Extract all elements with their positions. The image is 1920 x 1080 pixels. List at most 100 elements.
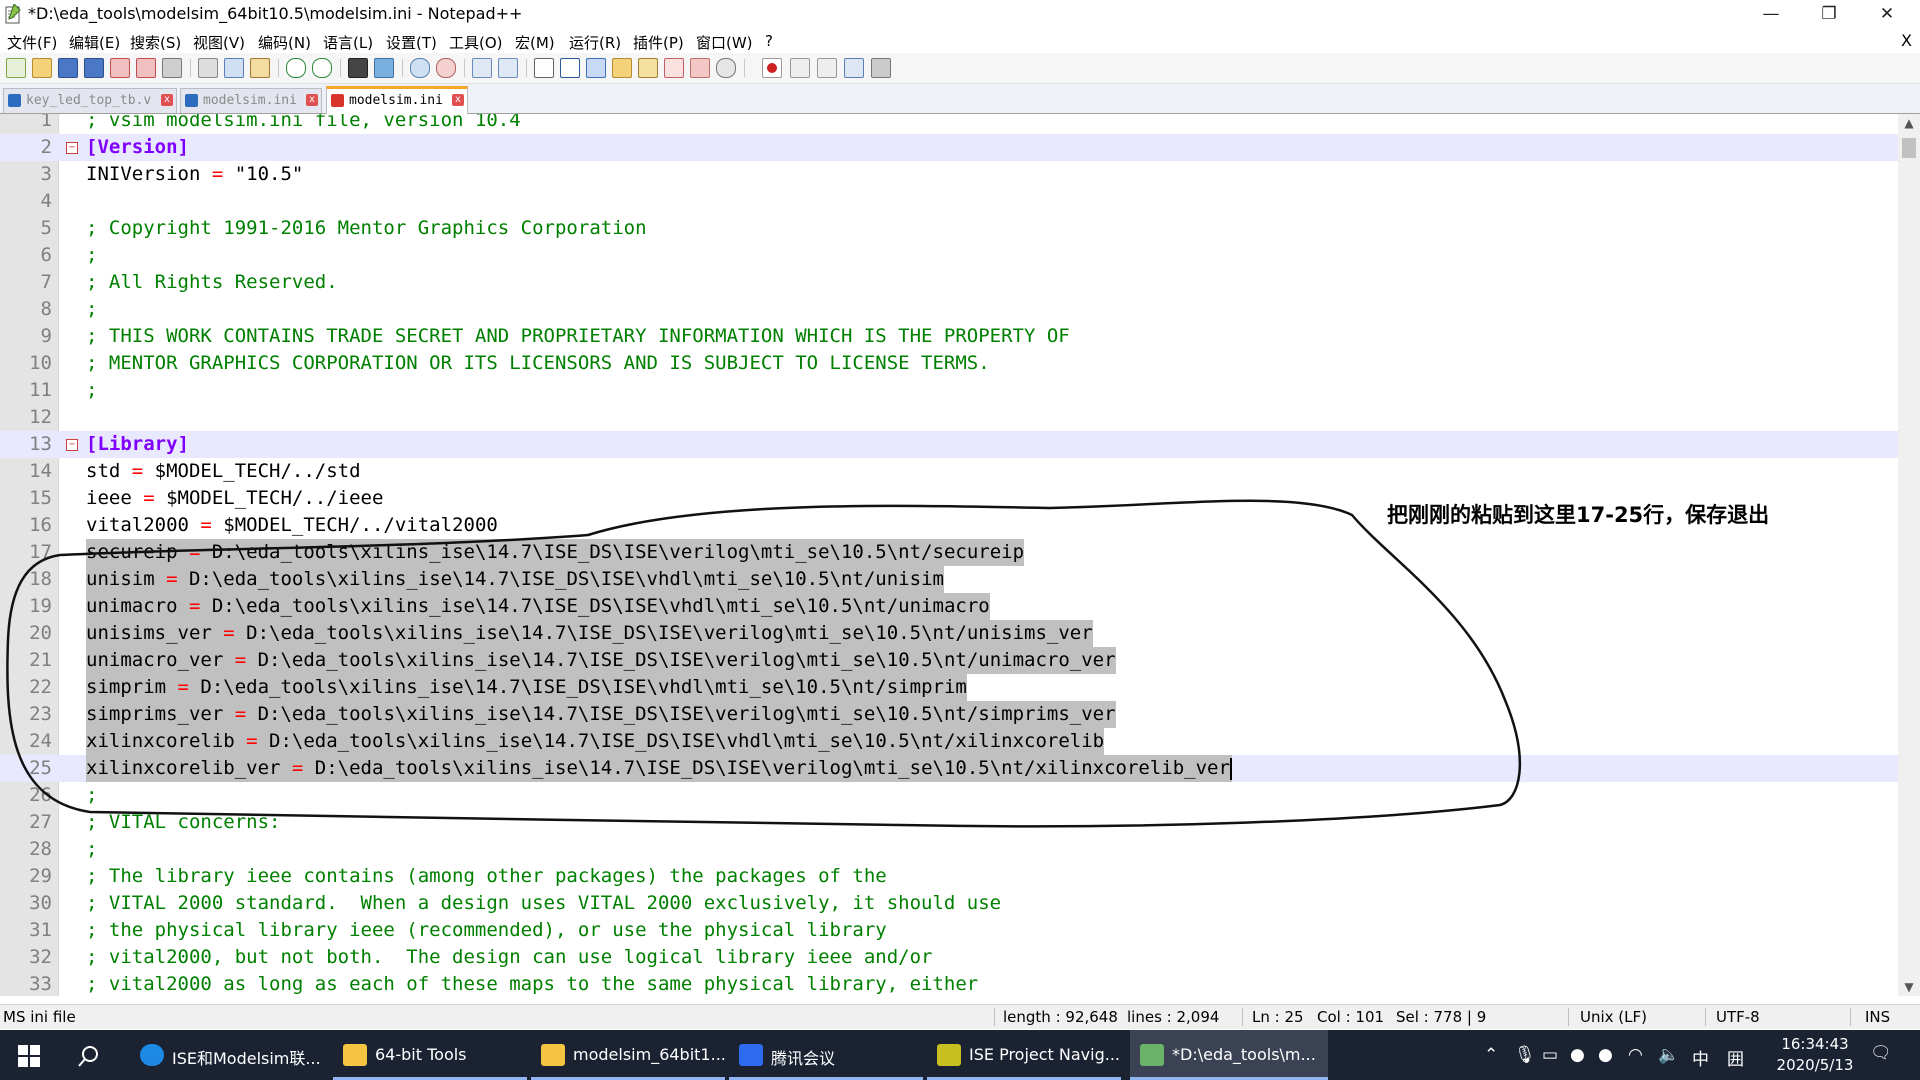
indent-guide-icon[interactable] xyxy=(586,58,606,78)
zoom-out-icon[interactable] xyxy=(436,58,456,78)
copy-icon[interactable] xyxy=(224,58,244,78)
document-map-icon[interactable] xyxy=(638,58,658,78)
editor-line[interactable]: 19 unimacro = D:\eda_tools\xilins_ise\14.… xyxy=(0,593,1898,620)
sync-horizontal-icon[interactable] xyxy=(498,58,518,78)
vertical-scrollbar[interactable]: ▲ ▼ xyxy=(1898,114,1920,996)
tab-key-led-top-tb[interactable]: key_led_top_tb.v x xyxy=(3,88,177,113)
editor-line[interactable]: 18 unisim = D:\eda_tools\xilins_ise\14.7\… xyxy=(0,566,1898,593)
status-insert-mode[interactable]: INS xyxy=(1865,1008,1890,1026)
menu-edit[interactable]: 编辑(E) xyxy=(69,32,120,53)
function-list-icon[interactable] xyxy=(664,58,684,78)
print-icon[interactable] xyxy=(162,58,182,78)
editor-line[interactable]: 21 unimacro_ver = D:\eda_tools\xilins_ise… xyxy=(0,647,1898,674)
menu-window[interactable]: 窗口(W) xyxy=(696,32,753,53)
editor-line[interactable]: 2 − [Version] xyxy=(0,134,1898,161)
taskbar-item-modelsim-folder[interactable]: modelsim_64bit1... xyxy=(531,1030,726,1080)
play-macro-icon[interactable] xyxy=(817,58,837,78)
menu-macro[interactable]: 宏(M) xyxy=(515,32,555,53)
stop-macro-icon[interactable] xyxy=(790,58,810,78)
chevron-up-icon[interactable]: ⌃ xyxy=(1484,1045,1498,1065)
word-wrap-icon[interactable] xyxy=(534,58,554,78)
menu-file[interactable]: 文件(F) xyxy=(7,32,57,53)
show-all-chars-icon[interactable] xyxy=(560,58,580,78)
menu-search[interactable]: 搜索(S) xyxy=(130,32,181,53)
editor-line[interactable]: 11; xyxy=(0,377,1898,404)
fold-toggle-icon[interactable]: − xyxy=(66,439,78,451)
status-encoding[interactable]: UTF-8 xyxy=(1716,1008,1760,1026)
editor-line[interactable]: 3 INIVersion = "10.5" xyxy=(0,161,1898,188)
cut-icon[interactable] xyxy=(198,58,218,78)
menu-encoding[interactable]: 编码(N) xyxy=(258,32,311,53)
run-macro-multiple-icon[interactable] xyxy=(844,58,864,78)
editor-line[interactable]: 20 unisims_ver = D:\eda_tools\xilins_ise\… xyxy=(0,620,1898,647)
undo-icon[interactable] xyxy=(286,58,306,78)
fold-toggle-icon[interactable]: − xyxy=(66,142,78,154)
menu-language[interactable]: 语言(L) xyxy=(323,32,373,53)
monitoring-icon[interactable] xyxy=(716,58,736,78)
editor-line[interactable]: 7 ; All Rights Reserved. xyxy=(0,269,1898,296)
redo-icon[interactable] xyxy=(312,58,332,78)
volume-icon[interactable]: 🔈 xyxy=(1658,1045,1679,1065)
folder-icon[interactable] xyxy=(690,58,710,78)
editor-line[interactable]: 9 ; THIS WORK CONTAINS TRADE SECRET AND P… xyxy=(0,323,1898,350)
qq-icon[interactable]: ● xyxy=(1570,1045,1585,1065)
wifi-icon[interactable]: ◠ xyxy=(1628,1045,1643,1065)
clock[interactable]: 16:34:43 2020/5/13 xyxy=(1760,1034,1870,1076)
save-macro-icon[interactable] xyxy=(871,58,891,78)
taskbar-item-tencent-meeting[interactable]: 腾讯会议 xyxy=(729,1030,923,1080)
editor-line[interactable]: 29 ; The library ieee contains (among oth… xyxy=(0,863,1898,890)
editor-line[interactable]: 27 ; VITAL concerns: xyxy=(0,809,1898,836)
editor-line[interactable]: 12 xyxy=(0,404,1898,431)
open-file-icon[interactable] xyxy=(32,58,52,78)
editor-line[interactable]: 30 ; VITAL 2000 standard. When a design u… xyxy=(0,890,1898,917)
tab-modelsim-ini-1[interactable]: modelsim.ini x xyxy=(180,88,322,113)
editor-line[interactable]: 32 ; vital2000, but not both. The design … xyxy=(0,944,1898,971)
menu-help[interactable]: ? xyxy=(765,32,773,50)
status-eol[interactable]: Unix (LF) xyxy=(1580,1008,1647,1026)
record-macro-icon[interactable] xyxy=(762,58,782,78)
editor-line[interactable]: 8; xyxy=(0,296,1898,323)
menu-tools[interactable]: 工具(O) xyxy=(449,32,503,53)
editor-line[interactable]: 24 xilinxcorelib = D:\eda_tools\xilins_is… xyxy=(0,728,1898,755)
scroll-down-icon[interactable]: ▼ xyxy=(1898,978,1920,996)
search-icon[interactable] xyxy=(78,1045,100,1067)
scrollbar-thumb[interactable] xyxy=(1902,138,1916,158)
editor-line[interactable]: 5 ; Copyright 1991-2016 Mentor Graphics C… xyxy=(0,215,1898,242)
editor-line[interactable]: 26; xyxy=(0,782,1898,809)
taskbar-item-ise-project-navigator[interactable]: ISE Project Navig... xyxy=(927,1030,1121,1080)
menu-view[interactable]: 视图(V) xyxy=(193,32,245,53)
editor-line[interactable]: 28; xyxy=(0,836,1898,863)
editor-line[interactable]: 10 ; MENTOR GRAPHICS CORPORATION OR ITS L… xyxy=(0,350,1898,377)
zoom-in-icon[interactable] xyxy=(410,58,430,78)
replace-icon[interactable] xyxy=(374,58,394,78)
ime-layout-indicator[interactable]: 囲 xyxy=(1727,1045,1744,1070)
taskbar-item-browser[interactable]: ISE和Modelsim联... xyxy=(130,1030,324,1080)
notification-icon[interactable]: 🗨 xyxy=(1870,1043,1892,1063)
sync-vertical-icon[interactable] xyxy=(472,58,492,78)
close-file-icon[interactable] xyxy=(110,58,130,78)
editor-line[interactable]: 23 simprims_ver = D:\eda_tools\xilins_ise… xyxy=(0,701,1898,728)
editor-line[interactable]: 1 ; vsim modelsim.ini file, version 10.4 xyxy=(0,114,1898,134)
battery-icon[interactable]: ▭ xyxy=(1542,1045,1558,1065)
find-icon[interactable] xyxy=(348,58,368,78)
ime-indicator[interactable]: 中 xyxy=(1692,1045,1709,1070)
menu-run[interactable]: 运行(R) xyxy=(569,32,621,53)
editor-line[interactable]: 25 xilinxcorelib_ver = D:\eda_tools\xilin… xyxy=(0,755,1898,782)
qq-icon[interactable]: ● xyxy=(1598,1045,1613,1065)
windows-start-icon[interactable] xyxy=(18,1045,40,1067)
close-button[interactable]: ✕ xyxy=(1858,0,1916,29)
close-all-icon[interactable] xyxy=(136,58,156,78)
tab-modelsim-ini-active[interactable]: modelsim.ini x xyxy=(326,86,468,116)
folder-as-workspace-icon[interactable] xyxy=(612,58,632,78)
editor[interactable]: 1 ; vsim modelsim.ini file, version 10.4 2… xyxy=(0,114,1898,996)
scroll-up-icon[interactable]: ▲ xyxy=(1898,114,1920,132)
maximize-button[interactable]: ❐ xyxy=(1800,0,1858,29)
save-all-icon[interactable] xyxy=(84,58,104,78)
menu-plugins[interactable]: 插件(P) xyxy=(633,32,684,53)
taskbar-item-64bit-tools[interactable]: 64-bit Tools xyxy=(333,1030,527,1080)
editor-line[interactable]: 33 ; vital2000 as long as each of these m… xyxy=(0,971,1898,996)
editor-line[interactable]: 13 − [Library] xyxy=(0,431,1898,458)
save-icon[interactable] xyxy=(58,58,78,78)
menu-settings[interactable]: 设置(T) xyxy=(386,32,437,53)
editor-line[interactable]: 22 simprim = D:\eda_tools\xilins_ise\14.7… xyxy=(0,674,1898,701)
